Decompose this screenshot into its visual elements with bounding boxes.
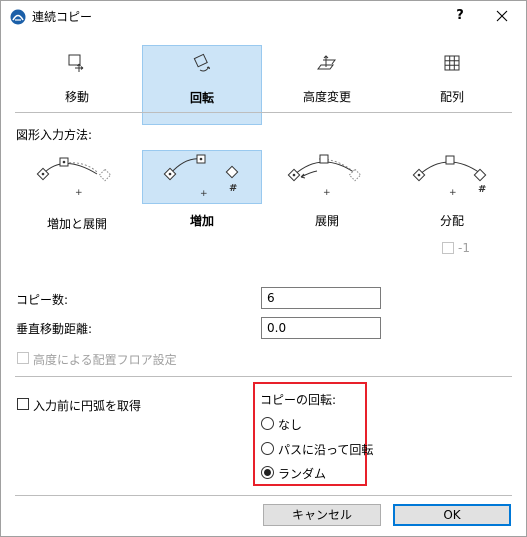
minus-one-checkbox[interactable] xyxy=(442,242,454,254)
divider xyxy=(15,112,512,113)
mode-elevate[interactable]: 高度変更 xyxy=(267,45,387,125)
title-bar[interactable]: 連続コピー ? xyxy=(1,1,526,31)
method-spread[interactable]: + xyxy=(267,150,387,204)
rotation-random-label: ランダム xyxy=(278,467,327,481)
copy-rotation-heading: コピーの回転: xyxy=(260,393,337,407)
arc-option-checkbox[interactable] xyxy=(17,398,29,410)
floor-setting-label: 高度による配置フロア設定 xyxy=(33,353,177,367)
increment-icon: + # xyxy=(163,154,239,199)
mode-elevate-label: 高度変更 xyxy=(302,90,351,104)
divider xyxy=(15,376,512,377)
vertical-distance-label: 垂直移動距離: xyxy=(16,322,93,336)
rotation-none-label: なし xyxy=(278,418,303,432)
dialog-content: 移動 回転 高度変更 配列 図形入力方法: + + # + + # 増加と展開 … xyxy=(2,32,525,535)
elevate-icon xyxy=(317,55,336,70)
divider xyxy=(15,495,512,496)
method-increment-and-spread-label: 増加と展開 xyxy=(46,217,107,231)
minus-one-label: -1 xyxy=(458,241,470,255)
floor-setting-checkbox[interactable] xyxy=(17,352,29,364)
rotation-none-radio[interactable] xyxy=(261,417,274,430)
svg-text:+: + xyxy=(323,188,331,198)
close-icon[interactable] xyxy=(488,5,516,27)
rotation-along-path-label: パスに沿って回転 xyxy=(278,443,374,457)
dialog-window: 連続コピー ? 移動 回転 高度変更 配列 図形入力方法: + + # + + … xyxy=(0,0,527,537)
archicad-app-icon xyxy=(10,9,26,25)
method-spread-label: 展開 xyxy=(314,214,339,228)
mode-move[interactable]: 移動 xyxy=(17,45,137,125)
mode-matrix-label: 配列 xyxy=(439,90,464,104)
rotation-along-path-radio[interactable] xyxy=(261,442,274,455)
input-method-heading: 図形入力方法: xyxy=(16,128,93,142)
method-distribute-label: 分配 xyxy=(439,214,464,228)
increment-marker: # xyxy=(229,183,237,194)
cancel-button[interactable]: キャンセル xyxy=(263,504,381,526)
svg-text:+: + xyxy=(449,188,457,198)
method-increment-label: 増加 xyxy=(189,214,214,228)
distribute-icon: + # xyxy=(412,155,486,198)
method-distribute[interactable]: + # xyxy=(392,150,512,204)
copies-input[interactable] xyxy=(261,287,381,309)
window-title: 連続コピー xyxy=(32,10,93,24)
svg-text:+: + xyxy=(200,189,208,199)
mode-rotate-label: 回転 xyxy=(189,91,214,105)
mode-matrix[interactable]: 配列 xyxy=(392,45,512,125)
help-button[interactable]: ? xyxy=(448,5,472,27)
rotate-icon xyxy=(193,53,210,72)
method-increment-and-spread[interactable]: + xyxy=(17,150,137,204)
mode-move-label: 移動 xyxy=(64,90,89,104)
matrix-icon xyxy=(444,55,460,71)
svg-text:+: + xyxy=(75,188,83,198)
method-increment[interactable]: + # xyxy=(142,150,262,204)
vertical-distance-input[interactable] xyxy=(261,317,381,339)
spread-icon: + xyxy=(287,154,362,198)
ok-button[interactable]: OK xyxy=(393,504,511,526)
copies-label: コピー数: xyxy=(16,293,69,307)
increment-and-spread-icon: + xyxy=(36,157,112,198)
arc-option-label: 入力前に円弧を取得 xyxy=(33,399,142,413)
mode-rotate[interactable]: 回転 xyxy=(142,45,262,125)
move-icon xyxy=(68,54,84,72)
rotation-random-radio[interactable] xyxy=(261,466,274,479)
distribute-marker: # xyxy=(478,184,486,195)
